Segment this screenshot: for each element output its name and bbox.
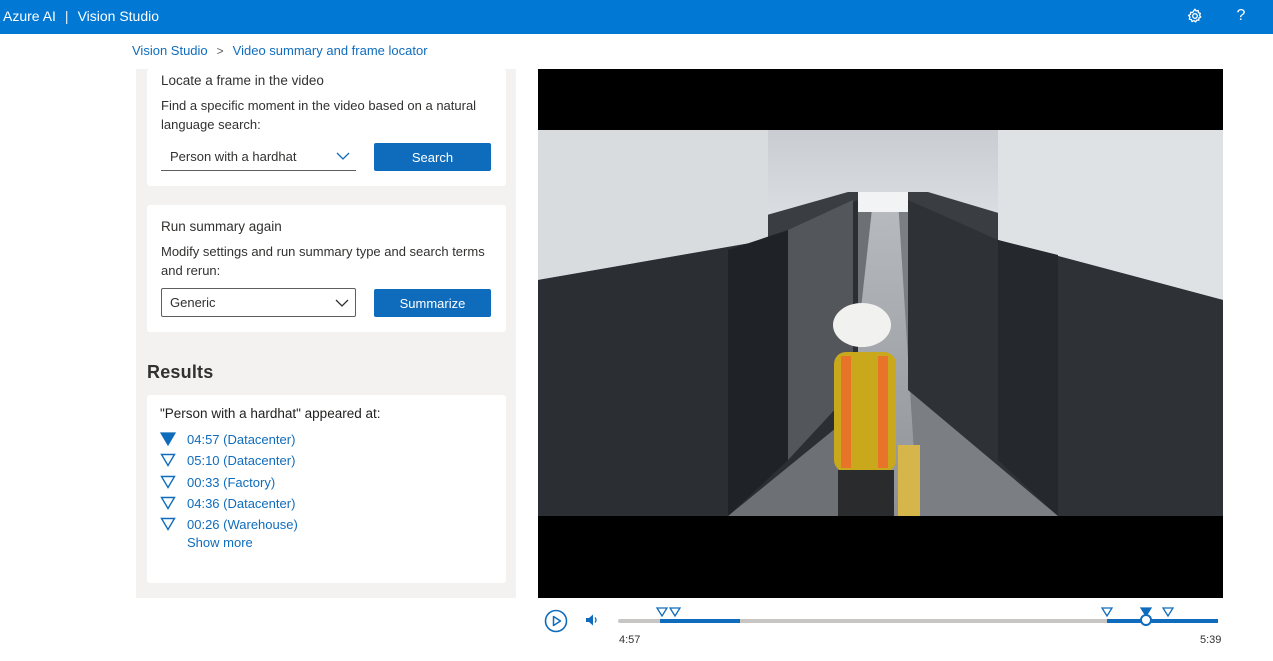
locate-title: Locate a frame in the video bbox=[161, 73, 324, 88]
summary-description: Modify settings and run summary type and… bbox=[161, 244, 485, 278]
breadcrumb-root-link[interactable]: Vision Studio bbox=[132, 43, 208, 58]
summary-type-value: Generic bbox=[170, 295, 216, 310]
result-item-label: 05:10 (Datacenter) bbox=[187, 452, 296, 468]
locate-frame-card: Locate a frame in the video Find a speci… bbox=[147, 69, 506, 186]
results-heading: Results bbox=[147, 362, 214, 382]
result-item[interactable]: 04:57 (Datacenter) bbox=[160, 430, 295, 448]
marker-outline-icon[interactable] bbox=[1101, 607, 1113, 617]
result-item[interactable]: 00:26 (Warehouse) bbox=[160, 515, 298, 533]
marker-filled-icon bbox=[160, 432, 176, 446]
app-brand[interactable]: Azure AI | Vision Studio bbox=[3, 8, 159, 24]
summary-type-dropdown[interactable]: Generic bbox=[161, 288, 356, 317]
brand-name: Azure AI bbox=[3, 8, 56, 24]
seek-bar[interactable] bbox=[618, 607, 1218, 626]
video-frame bbox=[538, 130, 1223, 516]
volume-icon[interactable] bbox=[584, 612, 600, 628]
chevron-right-icon: > bbox=[216, 43, 224, 58]
result-item-label: 00:33 (Factory) bbox=[187, 474, 276, 490]
top-bar: Azure AI | Vision Studio ? bbox=[0, 0, 1273, 34]
search-query-dropdown[interactable]: Person with a hardhat bbox=[161, 142, 356, 171]
summary-title: Run summary again bbox=[161, 219, 282, 234]
chevron-down-icon bbox=[336, 152, 350, 160]
marker-outline-icon[interactable] bbox=[669, 607, 681, 617]
marker-outline-icon bbox=[160, 517, 176, 531]
help-icon[interactable]: ? bbox=[1231, 6, 1251, 26]
highlight-segment bbox=[1107, 619, 1218, 623]
duration: 5:39 bbox=[1200, 634, 1222, 646]
current-time: 4:57 bbox=[619, 634, 641, 646]
brand-separator: | bbox=[64, 8, 69, 24]
breadcrumb-current-link[interactable]: Video summary and frame locator bbox=[233, 43, 428, 58]
video-player[interactable] bbox=[538, 69, 1223, 598]
marker-outline-icon[interactable] bbox=[1162, 607, 1174, 617]
result-item[interactable]: 04:36 (Datacenter) bbox=[160, 494, 295, 512]
product-name: Vision Studio bbox=[77, 8, 160, 24]
locate-description: Find a specific moment in the video base… bbox=[161, 98, 477, 132]
result-item[interactable]: 00:33 (Factory) bbox=[160, 473, 275, 491]
player-controls: 4:57 5:39 bbox=[538, 600, 1273, 661]
left-panel: Locate a frame in the video Find a speci… bbox=[136, 69, 516, 598]
marker-outline-icon bbox=[160, 453, 176, 467]
chevron-down-icon bbox=[335, 299, 349, 307]
search-button[interactable]: Search bbox=[374, 143, 491, 171]
marker-outline-icon bbox=[160, 475, 176, 489]
gear-icon[interactable] bbox=[1185, 6, 1205, 26]
run-summary-card: Run summary again Modify settings and ru… bbox=[147, 205, 506, 332]
play-icon[interactable] bbox=[544, 609, 568, 633]
result-item-label: 00:26 (Warehouse) bbox=[187, 516, 298, 532]
seek-thumb[interactable] bbox=[1140, 614, 1152, 626]
breadcrumb: Vision Studio > Video summary and frame … bbox=[132, 43, 428, 58]
results-intro: "Person with a hardhat" appeared at: bbox=[160, 406, 381, 421]
result-item-label: 04:57 (Datacenter) bbox=[187, 431, 296, 447]
search-query-value: Person with a hardhat bbox=[170, 148, 297, 164]
summarize-button[interactable]: Summarize bbox=[374, 289, 491, 317]
marker-outline-icon[interactable] bbox=[656, 607, 668, 617]
marker-outline-icon bbox=[160, 496, 176, 510]
show-more-link[interactable]: Show more bbox=[187, 535, 253, 550]
result-item-label: 04:36 (Datacenter) bbox=[187, 495, 296, 511]
results-card: "Person with a hardhat" appeared at: 04:… bbox=[147, 395, 506, 583]
result-item[interactable]: 05:10 (Datacenter) bbox=[160, 451, 295, 469]
highlight-segment bbox=[660, 619, 740, 623]
